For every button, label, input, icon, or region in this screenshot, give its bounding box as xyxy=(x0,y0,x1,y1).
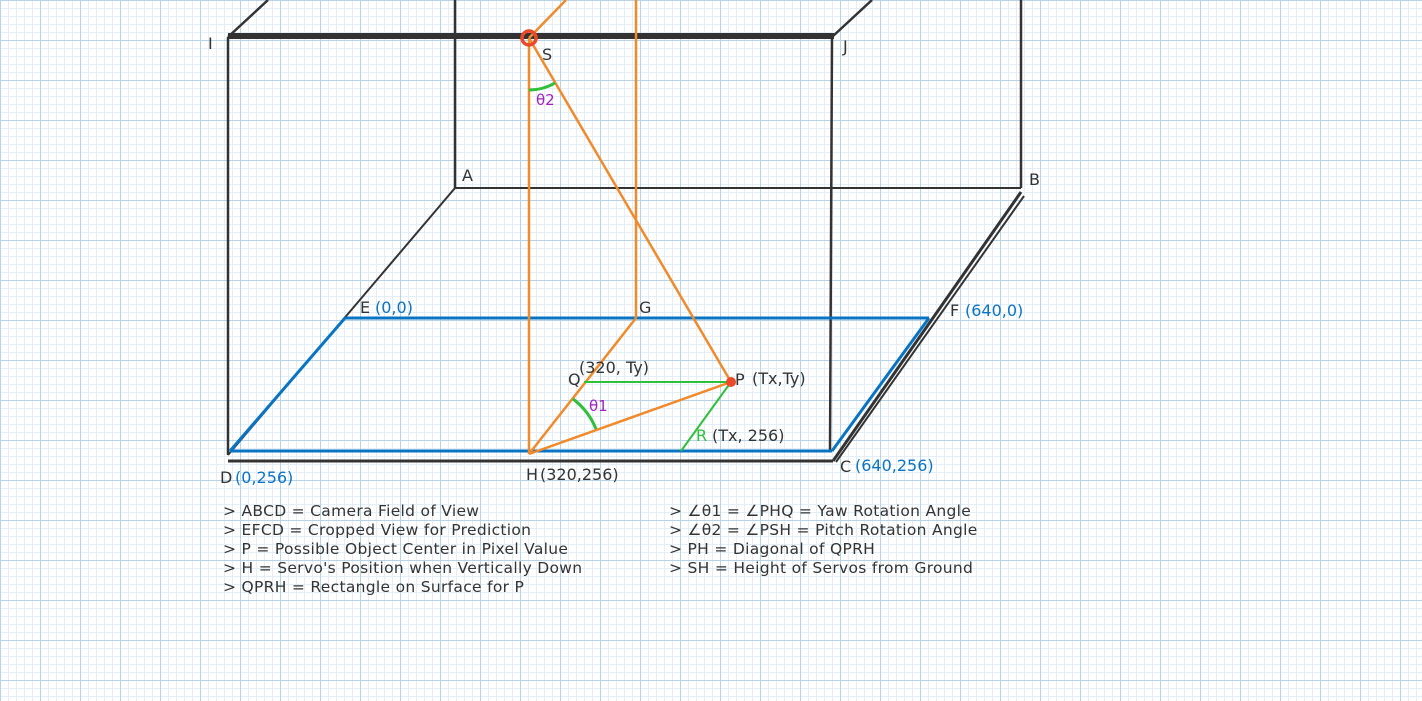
coord-h: (320,256) xyxy=(540,465,619,484)
legend-left: > ABCD = Camera Field of View > EFCD = C… xyxy=(223,502,582,597)
servo-lines xyxy=(527,0,733,456)
label-b: B xyxy=(1029,170,1040,189)
coord-f: (640,0) xyxy=(965,301,1023,320)
legend-right: > ∠θ1 = ∠PHQ = Yaw Rotation Angle > ∠θ2 … xyxy=(669,502,978,578)
coord-d: (0,256) xyxy=(235,468,293,487)
coord-r: (Tx, 256) xyxy=(712,426,784,445)
coord-e: (0,0) xyxy=(375,298,413,317)
camera-box-frame xyxy=(226,0,1025,463)
legend-item: > SH = Height of Servos from Ground xyxy=(669,559,974,577)
coord-c: (640,256) xyxy=(855,456,934,475)
label-f: F xyxy=(950,301,959,320)
label-g: G xyxy=(639,298,651,317)
legend-item: > EFCD = Cropped View for Prediction xyxy=(223,521,532,539)
label-r: R xyxy=(696,426,707,445)
label-a: A xyxy=(462,166,473,185)
label-i: I xyxy=(208,34,213,53)
angle-theta2: θ2 xyxy=(536,91,555,109)
angle-theta1: θ1 xyxy=(589,397,608,415)
coord-p: (Tx,Ty) xyxy=(752,369,806,388)
label-d: D xyxy=(220,468,232,487)
label-s: S xyxy=(542,45,552,64)
legend-item: > ABCD = Camera Field of View xyxy=(223,502,480,520)
rectangle-qprh xyxy=(528,81,732,452)
coord-q: (320, Ty) xyxy=(579,358,649,377)
label-c: C xyxy=(840,457,851,476)
legend-item: > ∠θ1 = ∠PHQ = Yaw Rotation Angle xyxy=(669,502,972,520)
legend-item: > P = Possible Object Center in Pixel Va… xyxy=(223,540,569,558)
label-j: J xyxy=(842,37,848,56)
servo-geometry-diagram: I J S A B E (0,0) F (640,0) G Q (320, Ty… xyxy=(208,0,1040,487)
legend-item: > H = Servo's Position when Vertically D… xyxy=(223,559,583,577)
label-h: H xyxy=(526,465,538,484)
legend-item: > QPRH = Rectangle on Surface for P xyxy=(223,578,525,596)
legend-item: > ∠θ2 = ∠PSH = Pitch Rotation Angle xyxy=(669,521,978,539)
label-p: P xyxy=(735,370,745,389)
legend-item: > PH = Diagonal of QPRH xyxy=(669,540,876,558)
label-e: E xyxy=(360,298,370,317)
